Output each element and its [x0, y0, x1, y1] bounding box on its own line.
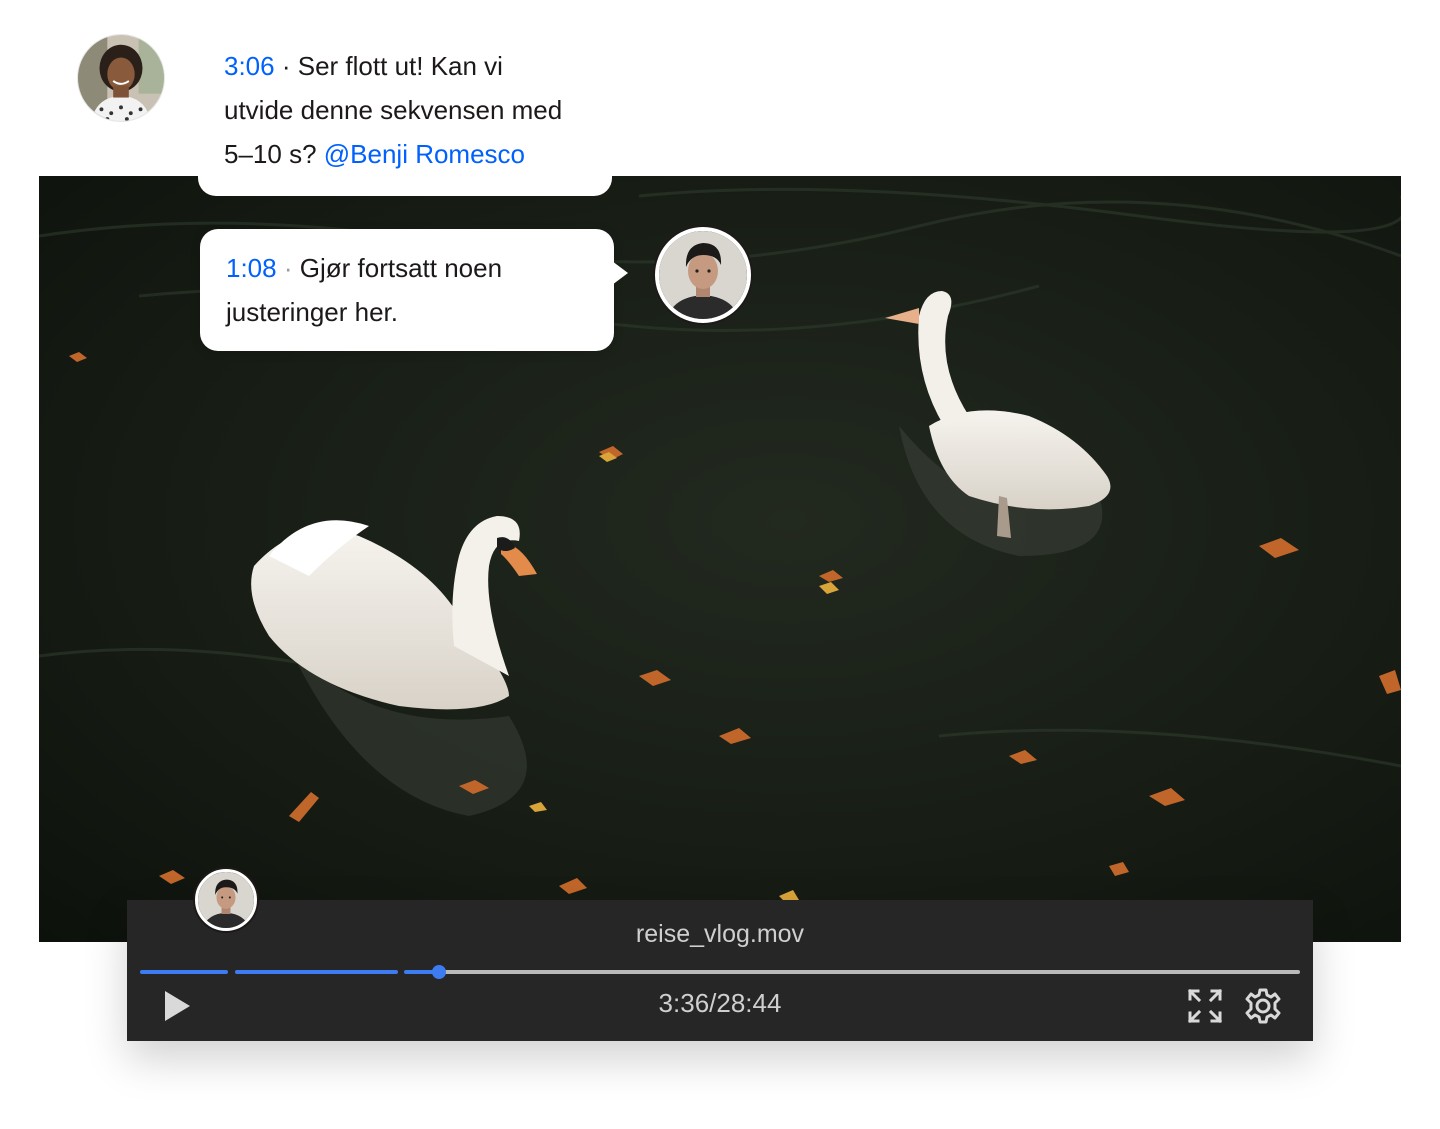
settings-button[interactable] — [1244, 987, 1282, 1025]
progress-timeline[interactable] — [140, 965, 1300, 979]
comment-timestamp-link[interactable]: 1:08 — [226, 253, 277, 283]
timeline-comment-marker-avatar[interactable] — [195, 869, 257, 931]
comment-separator: · — [283, 253, 293, 283]
progress-remaining-track — [439, 970, 1300, 974]
comment-text: 5–10 s? — [224, 139, 317, 169]
gear-icon — [1245, 988, 1281, 1024]
avatar-man-icon — [659, 231, 747, 319]
avatar-commenter-man[interactable] — [655, 227, 751, 323]
progress-segment — [140, 970, 228, 974]
fullscreen-icon — [1187, 988, 1223, 1024]
comment-text: justeringer her. — [226, 297, 398, 327]
avatar-commenter-woman[interactable] — [77, 34, 165, 122]
file-name: reise_vlog.mov — [635, 920, 805, 948]
playhead-handle[interactable] — [432, 965, 446, 979]
comment-1-line-3: 5–10 s? @Benji Romesco — [224, 132, 592, 176]
comment-1-line-2: utvide denne sekvensen med — [224, 88, 592, 132]
comment-bubble-1[interactable]: 3:06 · Ser flott ut! Kan vi utvide denne… — [198, 40, 612, 196]
comment-text: utvide denne sekvensen med — [224, 95, 563, 125]
video-review-stage: 3:06 · Ser flott ut! Kan vi utvide denne… — [0, 0, 1440, 1129]
comment-2-line-2: justeringer her. — [226, 290, 594, 334]
avatar-man-icon — [198, 872, 254, 928]
avatar-woman-icon — [78, 35, 164, 121]
comment-text: Gjør fortsatt noen — [299, 253, 503, 283]
comment-2-line-1: 1:08 · Gjør fortsatt noen — [226, 246, 594, 290]
mention-link[interactable]: @Benji Romesco — [324, 139, 525, 169]
progress-segment — [235, 970, 398, 974]
comment-bubble-2[interactable]: 1:08 · Gjør fortsatt noen justeringer he… — [200, 229, 628, 351]
comment-text: Ser flott ut! Kan vi — [297, 51, 503, 81]
comment-1-line-1: 3:06 · Ser flott ut! Kan vi — [224, 44, 592, 88]
time-display: 3:36/28:44 — [658, 988, 782, 1018]
comment-timestamp-link[interactable]: 3:06 — [224, 51, 275, 81]
comment-separator: · — [281, 51, 291, 81]
fullscreen-button[interactable] — [1187, 988, 1223, 1024]
video-player-controls: reise_vlog.mov 3:36/28:44 — [127, 900, 1313, 1041]
